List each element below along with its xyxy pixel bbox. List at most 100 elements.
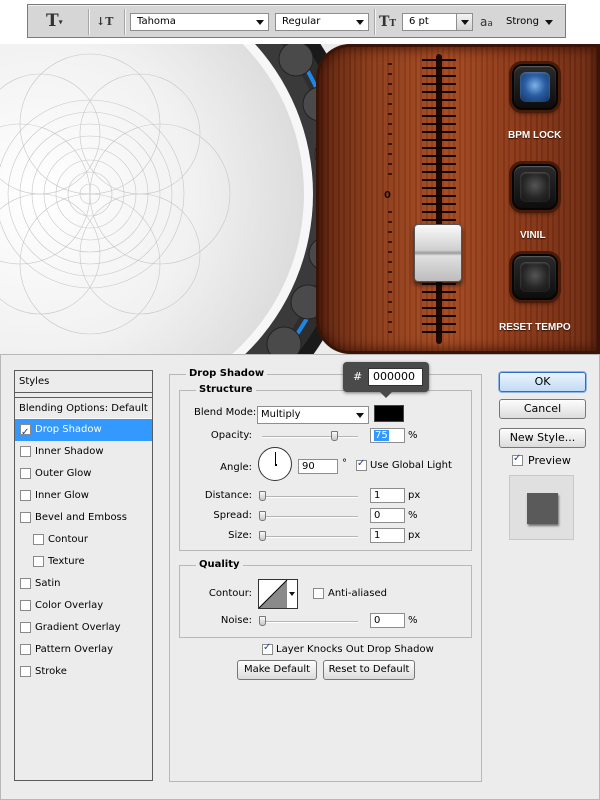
texture-checkbox[interactable] [33,556,44,567]
style-preview-thumbnail [509,475,574,540]
opacity-label: Opacity: [210,430,252,441]
chevron-down-icon [289,592,295,596]
style-item-satin[interactable]: Satin [15,573,152,595]
reset-tempo-label: RESET TEMPO [499,322,571,333]
spread-unit: % [408,510,418,521]
noise-slider[interactable] [259,616,358,626]
use-global-light-label: Use Global Light [370,460,452,471]
blend-mode-select[interactable]: Multiply [257,406,369,424]
font-family-value: Tahoma [137,16,176,27]
anti-aliased-checkbox[interactable] [313,588,324,599]
size-slider-thumb[interactable] [259,531,266,541]
style-item-bevel-emboss[interactable]: Bevel and Emboss [15,507,152,529]
blending-options-item[interactable]: Blending Options: Default [15,397,152,419]
style-item-inner-glow[interactable]: Inner Glow [15,485,152,507]
opacity-slider-thumb[interactable] [331,431,338,441]
size-input[interactable]: 1 [370,528,405,543]
new-style-button[interactable]: New Style... [499,428,586,448]
shadow-color-swatch[interactable] [374,405,404,422]
font-family-select[interactable]: Tahoma [130,13,269,31]
spread-slider[interactable] [259,511,358,521]
size-unit: px [408,530,421,541]
contour-picker[interactable] [258,579,298,609]
linear-contour-icon [259,580,288,608]
styles-list-panel: Styles Blending Options: Default Drop Sh… [14,370,153,781]
size-slider[interactable] [259,531,358,541]
text-orientation-icon[interactable]: ↓T [96,12,116,32]
contour-checkbox[interactable] [33,534,44,545]
angle-label: Angle: [220,462,252,473]
anti-alias-select[interactable]: Strong [499,13,558,31]
pitch-fader-scale [388,54,456,344]
font-size-select[interactable]: 6 pt [402,13,473,31]
chevron-down-icon [356,413,364,418]
preview-checkbox[interactable] [512,453,523,466]
stroke-checkbox[interactable] [20,666,31,677]
distance-unit: px [408,490,421,501]
drop-shadow-title: Drop Shadow [186,368,268,379]
inner-glow-checkbox[interactable] [20,490,31,501]
contour-label: Contour: [208,588,252,599]
ok-button[interactable]: OK [499,372,586,392]
distance-slider-thumb[interactable] [259,491,266,501]
style-item-outer-glow[interactable]: Outer Glow [15,463,152,485]
spread-input[interactable]: 0 [370,508,405,523]
quality-group [179,565,472,638]
style-item-pattern-overlay[interactable]: Pattern Overlay [15,639,152,661]
color-hex-tooltip: # 000000 [343,362,429,398]
styles-header[interactable]: Styles [15,371,152,393]
color-overlay-checkbox[interactable] [20,600,31,611]
style-item-color-overlay[interactable]: Color Overlay [15,595,152,617]
spread-slider-thumb[interactable] [259,511,266,521]
degree-symbol: ° [342,458,347,469]
style-item-drop-shadow[interactable]: Drop Shadow [15,419,152,444]
drop-shadow-checkbox[interactable] [20,422,31,444]
font-style-select[interactable]: Regular [275,13,369,31]
chevron-down-icon [256,20,264,25]
opacity-input[interactable]: 75 [370,428,405,443]
opacity-slider[interactable] [262,431,358,441]
style-item-texture[interactable]: Texture [15,551,152,573]
distance-label: Distance: [204,490,252,501]
chevron-down-icon [545,20,553,25]
reset-tempo-button[interactable] [512,254,558,300]
gradient-overlay-checkbox[interactable] [20,622,31,633]
style-item-stroke[interactable]: Stroke [15,661,152,683]
color-hex-field[interactable]: 000000 [368,368,423,386]
anti-alias-value: Strong [506,16,539,27]
pattern-overlay-checkbox[interactable] [20,644,31,655]
style-item-gradient-overlay[interactable]: Gradient Overlay [15,617,152,639]
noise-input[interactable]: 0 [370,613,405,628]
make-default-button[interactable]: Make Default [237,660,317,680]
reset-to-default-button[interactable]: Reset to Default [323,660,415,680]
style-item-inner-shadow[interactable]: Inner Shadow [15,441,152,463]
structure-title: Structure [196,384,256,395]
noise-slider-thumb[interactable] [259,616,266,626]
pitch-fader-knob[interactable] [414,224,462,282]
font-size-icon: TT [379,14,397,30]
use-global-light-checkbox[interactable] [356,458,367,471]
type-tool-icon[interactable]: T▾ [46,10,70,32]
distance-slider[interactable] [259,491,358,501]
vinil-button[interactable] [512,164,558,210]
outer-glow-checkbox[interactable] [20,468,31,479]
bevel-emboss-checkbox[interactable] [20,512,31,523]
bpm-lock-label: BPM LOCK [508,130,562,141]
size-label: Size: [228,530,252,541]
bpm-lock-button[interactable] [512,64,558,110]
font-style-value: Regular [282,16,321,27]
inner-shadow-checkbox[interactable] [20,446,31,457]
opacity-unit: % [408,430,418,441]
anti-aliased-label: Anti-aliased [328,588,388,599]
cancel-button[interactable]: Cancel [499,399,586,419]
blend-mode-label: Blend Mode: [194,407,257,418]
vinil-label: VINIL [520,230,546,241]
angle-input[interactable]: 90 [298,459,338,474]
anti-alias-icon: aa [480,15,493,29]
angle-dial[interactable] [258,447,292,481]
satin-checkbox[interactable] [20,578,31,589]
style-item-contour[interactable]: Contour [15,529,152,551]
distance-input[interactable]: 1 [370,488,405,503]
layer-knocks-out-checkbox[interactable] [262,642,273,655]
canvas-artwork: 0 BPM LOCK VINIL RESET TEMPO [0,44,600,354]
